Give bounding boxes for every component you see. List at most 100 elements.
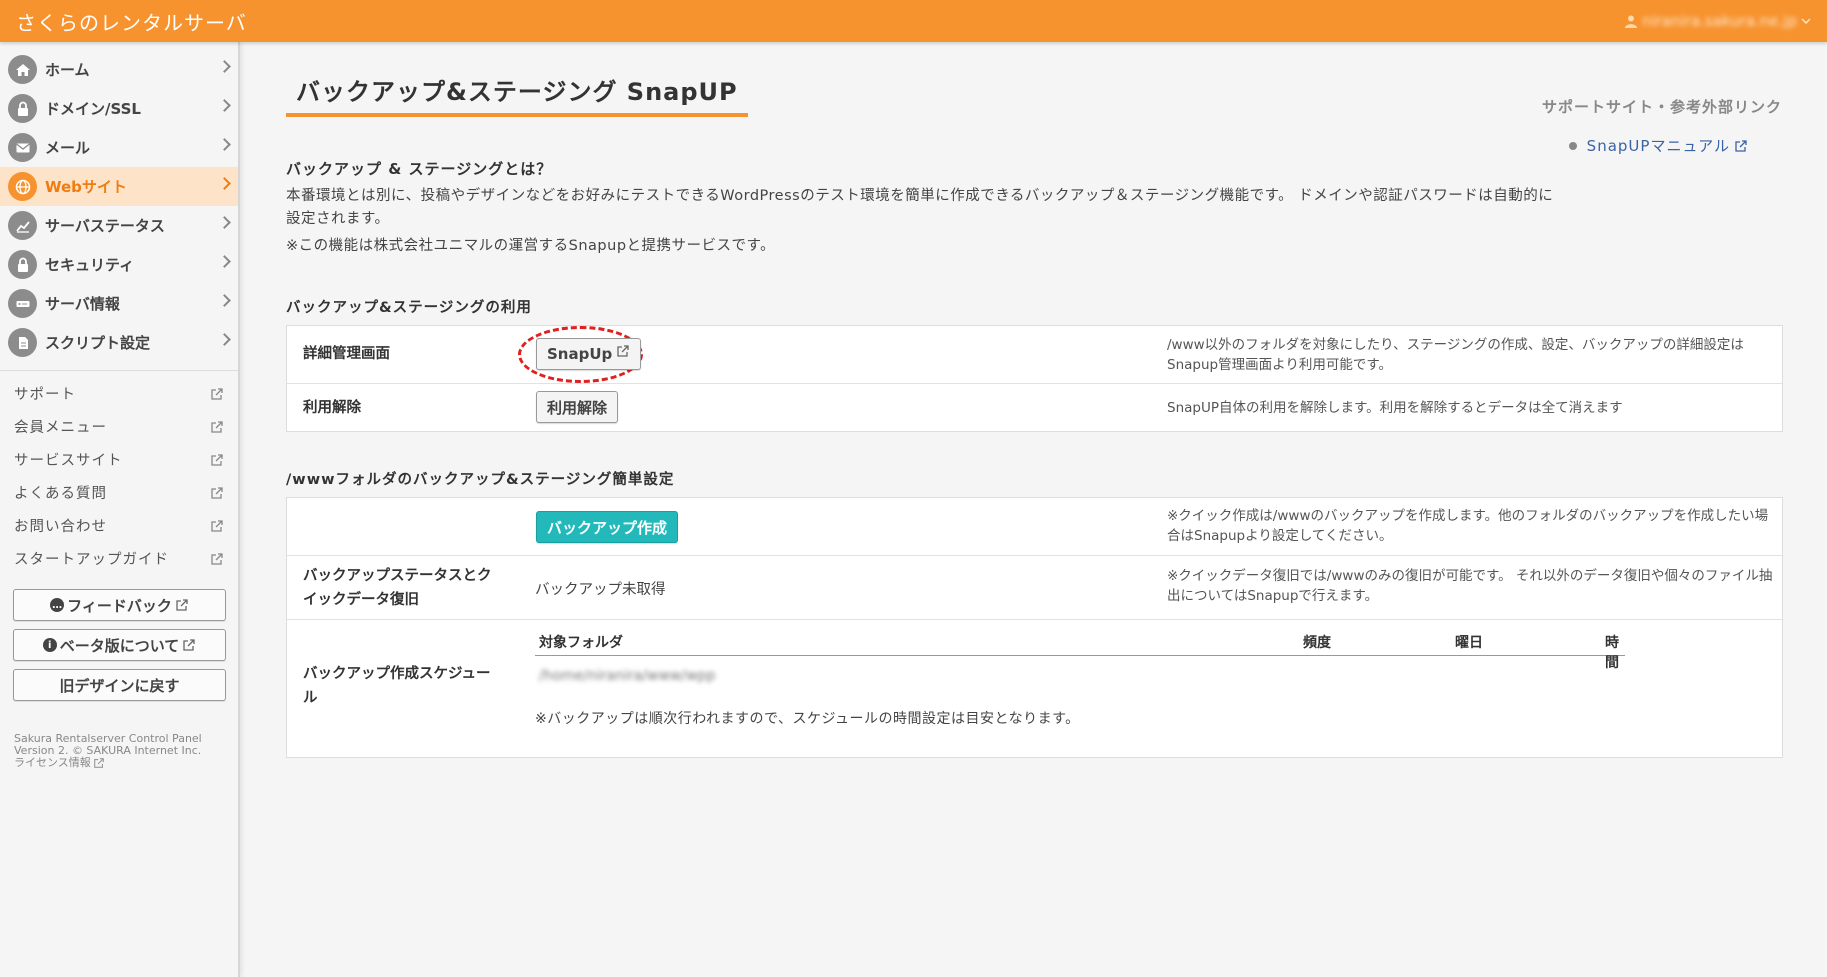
chevron-right-icon (218, 255, 231, 268)
link-label: お問い合わせ (14, 519, 107, 535)
cancel-usage-label: 利用解除 (547, 398, 608, 417)
snapup-button[interactable]: SnapUp (536, 338, 642, 370)
chevron-right-icon (218, 99, 231, 112)
support-heading: サポートサイト・参考外部リンク (1541, 98, 1782, 116)
sidebar-footer: Sakura Rentalserver Control Panel Versio… (14, 733, 238, 769)
create-backup-label: バックアップ作成 (547, 518, 668, 537)
script-icon (8, 328, 37, 357)
quick-section-title: /wwwフォルダのバックアップ&ステージング簡単設定 (286, 472, 675, 488)
padlock-icon (8, 250, 37, 279)
lock-icon (8, 94, 37, 123)
snapup-manual-label: SnapUPマニュアル (1586, 137, 1730, 155)
feedback-label: フィードバック (67, 596, 172, 615)
row-description: ※クイックデータ復旧では/wwwのみの復旧が可能です。 それ以外のデータ復旧や個… (1167, 568, 1773, 604)
backup-status-value: バックアップ未取得 (535, 582, 666, 598)
table-row: バックアップ作成スケジュール 対象フォルダ 頻度 曜日 時間 /home/nir… (287, 620, 1782, 757)
sidebar-item-label: サーバ情報 (45, 295, 120, 313)
usage-section-title: バックアップ&ステージングの利用 (286, 300, 532, 316)
mail-icon (8, 133, 37, 162)
cancel-usage-button[interactable]: 利用解除 (536, 391, 619, 423)
link-label: 会員メニュー (14, 420, 107, 436)
feedback-button[interactable]: … フィードバック (13, 589, 226, 621)
chevron-right-icon (218, 138, 231, 151)
column-header: 対象フォルダ (539, 635, 623, 651)
row-description: ※クイック作成は/wwwのバックアップを作成します。他のフォルダのバックアップを… (1167, 508, 1769, 544)
link-faq[interactable]: よくある質問 (0, 476, 238, 509)
old-design-label: 旧デザインに戻す (59, 676, 180, 695)
link-label: よくある質問 (14, 486, 107, 502)
license-label: ライセンス情報 (14, 756, 91, 769)
sidebar-item-server-info[interactable]: サーバ情報 (0, 284, 238, 323)
sidebar-item-label: Webサイト (45, 178, 127, 196)
sidebar-item-label: スクリプト設定 (45, 334, 151, 352)
table-row: 詳細管理画面 SnapUp /www以外のフォルダを対象にしたり、ステージングの… (287, 326, 1782, 384)
beta-label: ベータ版について (59, 636, 180, 655)
column-header: 時間 (1605, 635, 1619, 671)
top-bar: さくらのレンタルサーバ niranira.sakura.ne.jp (0, 0, 1827, 42)
intro-heading: バックアップ & ステージングとは？ (286, 160, 553, 178)
schedule-folder: /home/niranira/www/wpp (539, 668, 716, 684)
row-label: バックアップステータスとクイックデータ復旧 (303, 568, 492, 608)
snapup-manual-link[interactable]: SnapUPマニュアル (1542, 135, 1748, 156)
sidebar-item-mail[interactable]: メール (0, 128, 238, 167)
sidebar-item-server-status[interactable]: サーバステータス (0, 206, 238, 245)
row-label: バックアップ作成スケジュール (303, 666, 491, 706)
external-link-icon (211, 387, 223, 400)
chevron-right-icon (218, 60, 231, 73)
link-support[interactable]: サポート (0, 377, 238, 410)
user-icon (1625, 15, 1638, 28)
sidebar-item-security[interactable]: セキュリティ (0, 245, 238, 284)
chevron-right-icon (218, 294, 231, 307)
chevron-right-icon (218, 333, 231, 346)
page-title: バックアップ&ステージング SnapUP (286, 72, 748, 117)
link-contact[interactable]: お問い合わせ (0, 509, 238, 542)
beta-info-button[interactable]: i ベータ版について (13, 629, 226, 661)
sidebar-item-domain[interactable]: ドメイン/SSL (0, 89, 238, 128)
info-icon: i (42, 638, 57, 652)
external-link-icon (211, 519, 223, 532)
sidebar-nav: ホーム ドメイン/SSL メール Webサイト サーバステータス セキュリティ (0, 50, 238, 362)
link-startup-guide[interactable]: スタートアップガイド (0, 542, 238, 575)
external-link-icon (93, 758, 104, 768)
external-link-icon (211, 486, 223, 499)
license-link[interactable]: ライセンス情報 (14, 757, 238, 769)
external-link-icon (211, 420, 223, 433)
table-row: バックアップステータスとクイックデータ復旧 バックアップ未取得 ※クイックデータ… (287, 556, 1782, 620)
sidebar-item-home[interactable]: ホーム (0, 50, 238, 89)
intro-section: バックアップ & ステージングとは？ 本番環境とは別に、投稿やデザインなどをお好… (286, 158, 1556, 258)
sidebar-item-script[interactable]: スクリプト設定 (0, 323, 238, 362)
intro-body: 本番環境とは別に、投稿やデザインなどをお好みにテストできるWordPressのテ… (286, 188, 1554, 227)
support-links: サポートサイト・参考外部リンク SnapUPマニュアル (1542, 96, 1782, 156)
sidebar-item-website[interactable]: Webサイト (0, 167, 238, 206)
old-design-button[interactable]: 旧デザインに戻す (13, 669, 226, 701)
external-link-icon (211, 552, 223, 565)
snapup-button-label: SnapUp (547, 345, 613, 363)
server-icon (8, 289, 37, 318)
usage-table: 詳細管理画面 SnapUp /www以外のフォルダを対象にしたり、ステージングの… (286, 325, 1783, 432)
intro-note: ※この機能は株式会社ユニマルの運営するSnapupと提携サービスです。 (286, 238, 776, 254)
link-label: スタートアップガイド (14, 552, 169, 568)
sidebar: ホーム ドメイン/SSL メール Webサイト サーバステータス セキュリティ (0, 42, 240, 977)
schedule-note: ※バックアップは順次行われますので、スケジュールの時間設定は目安となります。 (535, 711, 1080, 727)
external-link-icon (183, 639, 195, 651)
external-link-icon (176, 599, 188, 611)
sidebar-item-label: ホーム (45, 61, 90, 79)
chevron-down-icon (1801, 18, 1811, 25)
brand-logo[interactable]: さくらのレンタルサーバ (16, 7, 247, 36)
table-row: 利用解除 利用解除 SnapUP自体の利用を解除します。利用を解除するとデータは… (287, 384, 1782, 432)
link-service-site[interactable]: サービスサイト (0, 443, 238, 476)
sidebar-links: サポート 会員メニュー サービスサイト よくある質問 お問い合わせ スタートアッ… (0, 377, 238, 575)
create-backup-button[interactable]: バックアップ作成 (536, 511, 679, 543)
external-link-icon (617, 345, 629, 357)
chat-icon: … (50, 598, 65, 612)
row-description: /www以外のフォルダを対象にしたり、ステージングの作成、設定、バックアップの詳… (1167, 337, 1744, 373)
row-description: SnapUP自体の利用を解除します。利用を解除するとデータは全て消えます (1167, 400, 1623, 416)
chevron-right-icon (218, 177, 231, 190)
table-row: バックアップ作成 ※クイック作成は/wwwのバックアップを作成します。他のフォル… (287, 498, 1782, 556)
sidebar-item-label: ドメイン/SSL (45, 100, 141, 118)
link-member-menu[interactable]: 会員メニュー (0, 410, 238, 443)
sidebar-divider (0, 370, 238, 371)
chevron-right-icon (218, 216, 231, 229)
user-menu[interactable]: niranira.sakura.ne.jp (1624, 12, 1811, 30)
link-label: サービスサイト (14, 453, 123, 469)
